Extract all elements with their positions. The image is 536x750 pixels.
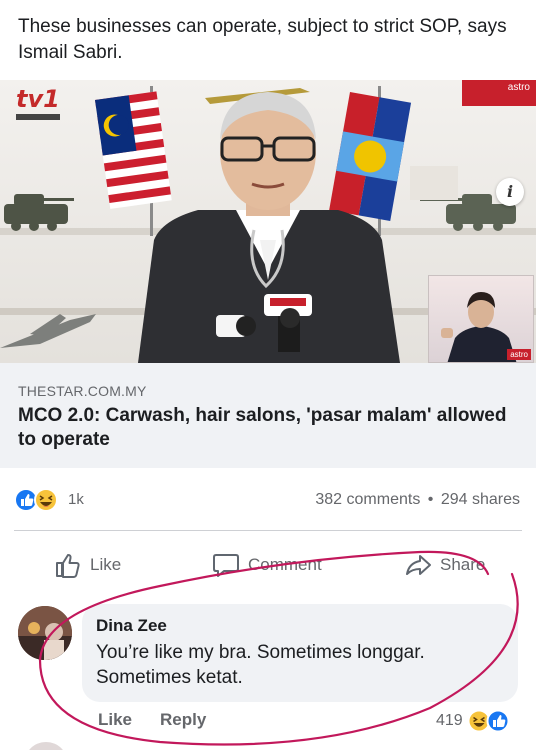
post-text: These businesses can operate, subject to…	[18, 16, 507, 63]
comment-reaction-icons	[467, 709, 510, 733]
link-title: MCO 2.0: Carwash, hair salons, 'pasar ma…	[18, 405, 507, 450]
comment-button[interactable]: Comment	[212, 545, 322, 585]
info-icon[interactable]: i	[496, 178, 524, 206]
haha-icon	[467, 709, 491, 733]
next-comment-avatar	[24, 742, 68, 750]
actions-divider	[14, 530, 522, 531]
channel-logo-bar	[16, 114, 60, 120]
stats-separator: •	[427, 491, 434, 508]
post-action-bar: Like Comment Share	[0, 545, 536, 585]
speech-bubble-icon	[213, 554, 239, 577]
share-button-label: Share	[440, 555, 486, 574]
commenter-photo	[18, 606, 72, 660]
sign-language-inset: astro	[428, 275, 534, 363]
share-arrow-icon	[406, 555, 431, 575]
thumbs-up-icon	[56, 554, 80, 578]
channel-logo: tv1	[16, 86, 60, 124]
comment-body: You’re like my bra. Sometimes longgar. S…	[96, 642, 425, 688]
reaction-count[interactable]: 1k	[68, 491, 84, 508]
reactions-summary: 1k 382 comments • 294 shares	[14, 487, 520, 513]
like-icon	[486, 709, 510, 733]
shares-count[interactable]: 294 shares	[441, 491, 520, 508]
comment-button-label: Comment	[248, 555, 322, 574]
comment-reaction-count: 419	[436, 712, 463, 729]
share-button[interactable]: Share	[404, 545, 485, 585]
broadcaster-badge: astro	[462, 80, 536, 106]
channel-logo-text: tv1	[16, 85, 60, 113]
comments-count[interactable]: 382 comments	[315, 491, 420, 508]
haha-icon	[34, 488, 58, 512]
engagement-stats: 382 comments • 294 shares	[315, 491, 520, 509]
commenter-avatar[interactable]	[18, 606, 72, 660]
like-button-label: Like	[90, 555, 122, 574]
link-domain: THESTAR.COM.MY	[18, 383, 147, 399]
comment-reply-button[interactable]: Reply	[160, 710, 206, 732]
comment-author[interactable]: Dina Zee	[96, 616, 167, 636]
comment-bubble: Dina Zee You’re like my bra. Sometimes l…	[82, 604, 518, 702]
comment-actions: Like Reply	[98, 710, 206, 732]
presenter-figure	[138, 92, 400, 363]
comment-like-button[interactable]: Like	[98, 710, 132, 732]
comment-reactions[interactable]: 419	[436, 708, 511, 734]
inset-broadcaster-badge: astro	[507, 349, 531, 360]
post-image[interactable]: tv1 astro i astro	[0, 80, 536, 363]
reaction-icons[interactable]	[14, 487, 66, 513]
like-button[interactable]: Like	[54, 545, 121, 585]
link-preview[interactable]: THESTAR.COM.MY MCO 2.0: Carwash, hair sa…	[0, 363, 536, 468]
